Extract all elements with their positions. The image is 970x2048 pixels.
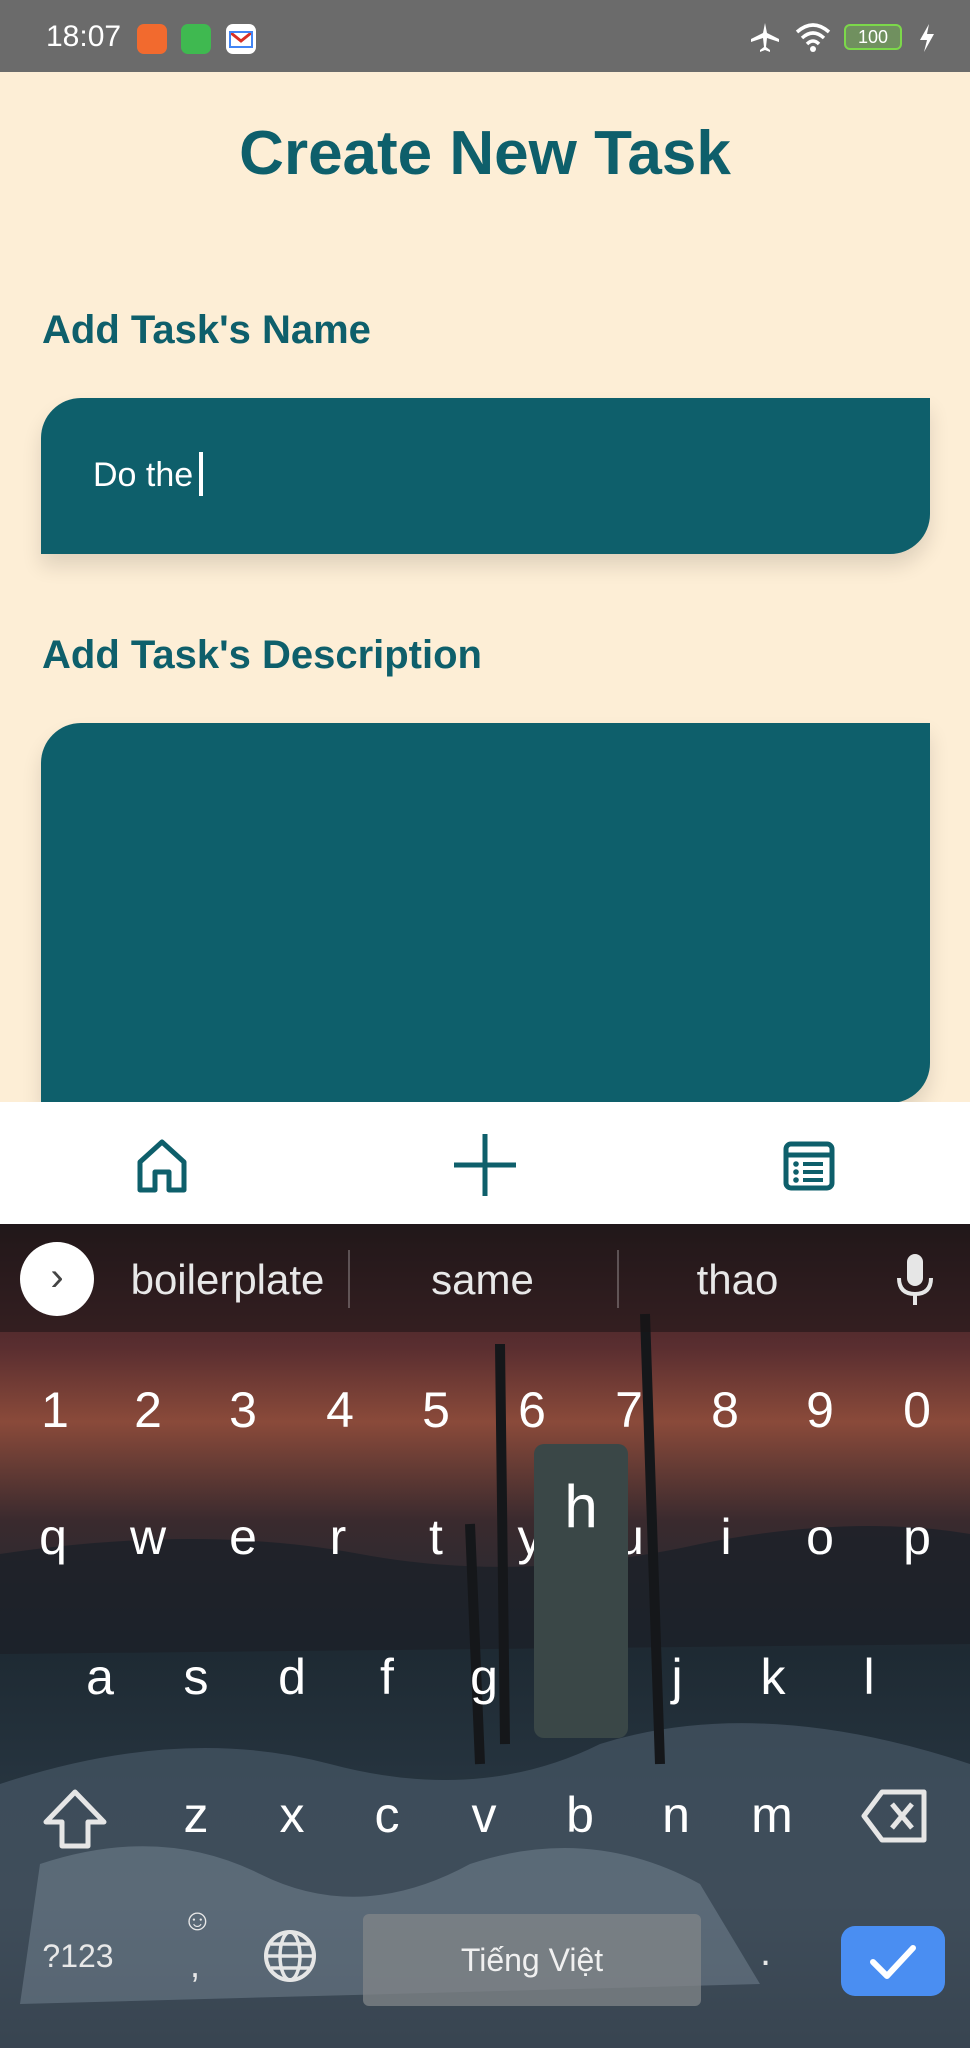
key-6[interactable]: 6 [492,1375,572,1445]
emoji-comma-key[interactable]: ☺ , [170,1904,220,1994]
key-x[interactable]: x [252,1780,332,1850]
key-t[interactable]: t [396,1502,476,1572]
key-5[interactable]: 5 [396,1375,476,1445]
key-3[interactable]: 3 [203,1375,283,1445]
gmail-icon [226,24,256,54]
video-app-icon [137,24,167,54]
suggestion-3[interactable]: thao [620,1256,855,1304]
nav-add-task-button[interactable] [450,1130,520,1200]
microphone-icon[interactable] [890,1252,940,1308]
status-time: 18:07 [46,20,122,53]
key-g[interactable]: g [444,1642,524,1712]
emoji-icon: ☺ [182,1904,213,1937]
key-a[interactable]: a [60,1642,140,1712]
key-q[interactable]: q [13,1502,93,1572]
text-caret [199,452,204,497]
bottom-navigation [0,1102,970,1224]
task-description-input[interactable] [41,723,930,1103]
key-p[interactable]: p [877,1502,957,1572]
key-n[interactable]: n [636,1780,716,1850]
task-list-icon [783,1141,835,1191]
task-name-value: Do the [93,452,204,497]
key-2[interactable]: 2 [108,1375,188,1445]
key-w[interactable]: w [108,1502,188,1572]
key-i[interactable]: i [686,1502,766,1572]
key-e[interactable]: e [203,1502,283,1572]
status-icons: 100 [748,20,948,56]
key-d[interactable]: d [252,1642,332,1712]
key-k[interactable]: k [733,1642,813,1712]
key-j[interactable]: j [637,1642,717,1712]
suggestion-2[interactable]: same [350,1256,615,1304]
key-0[interactable]: 0 [877,1375,957,1445]
suggestion-bar: › boilerplate same thao [0,1224,970,1332]
key-4[interactable]: 4 [300,1375,380,1445]
done-key[interactable] [841,1926,945,1996]
key-o[interactable]: o [780,1502,860,1572]
space-bar[interactable]: Tiếng Việt [363,1914,701,2006]
key-r[interactable]: r [298,1502,378,1572]
suggestion-divider [617,1250,619,1308]
backspace-key[interactable] [860,1786,930,1846]
key-f[interactable]: f [347,1642,427,1712]
key-m[interactable]: m [732,1780,812,1850]
key-9[interactable]: 9 [780,1375,860,1445]
airplane-mode-icon [751,23,779,52]
expand-toolbar-button[interactable]: › [20,1242,94,1316]
checkmark-icon [870,1945,916,1979]
key-z[interactable]: z [156,1780,236,1850]
battery-icon: 100 [844,24,902,50]
key-v[interactable]: v [444,1780,524,1850]
chat-app-icon [181,24,211,54]
task-name-label: Add Task's Name [42,308,371,352]
shift-key[interactable] [40,1786,110,1852]
wifi-icon [795,23,831,52]
key-7[interactable]: 7 [589,1375,669,1445]
comma-label: , [190,1944,201,1985]
charging-icon [920,24,934,52]
key-c[interactable]: c [347,1780,427,1850]
period-key[interactable]: . [760,1930,790,1980]
nav-home-button[interactable] [127,1130,197,1200]
key-s[interactable]: s [156,1642,236,1712]
home-icon [137,1139,187,1193]
suggestion-1[interactable]: boilerplate [110,1256,345,1304]
symbols-key[interactable]: ?123 [30,1930,126,1982]
key-h-pressed-popup[interactable]: h [534,1444,628,1738]
add-icon [454,1134,516,1196]
task-name-input[interactable]: Do the [41,398,930,554]
key-8[interactable]: 8 [685,1375,765,1445]
page-title: Create New Task [239,119,731,188]
task-description-label: Add Task's Description [42,633,482,677]
key-1[interactable]: 1 [15,1375,95,1445]
nav-task-list-button[interactable] [774,1130,844,1200]
key-l[interactable]: l [829,1642,909,1712]
key-b[interactable]: b [540,1780,620,1850]
globe-icon[interactable] [262,1928,318,1984]
status-bar: 18:07 100 [0,0,970,72]
